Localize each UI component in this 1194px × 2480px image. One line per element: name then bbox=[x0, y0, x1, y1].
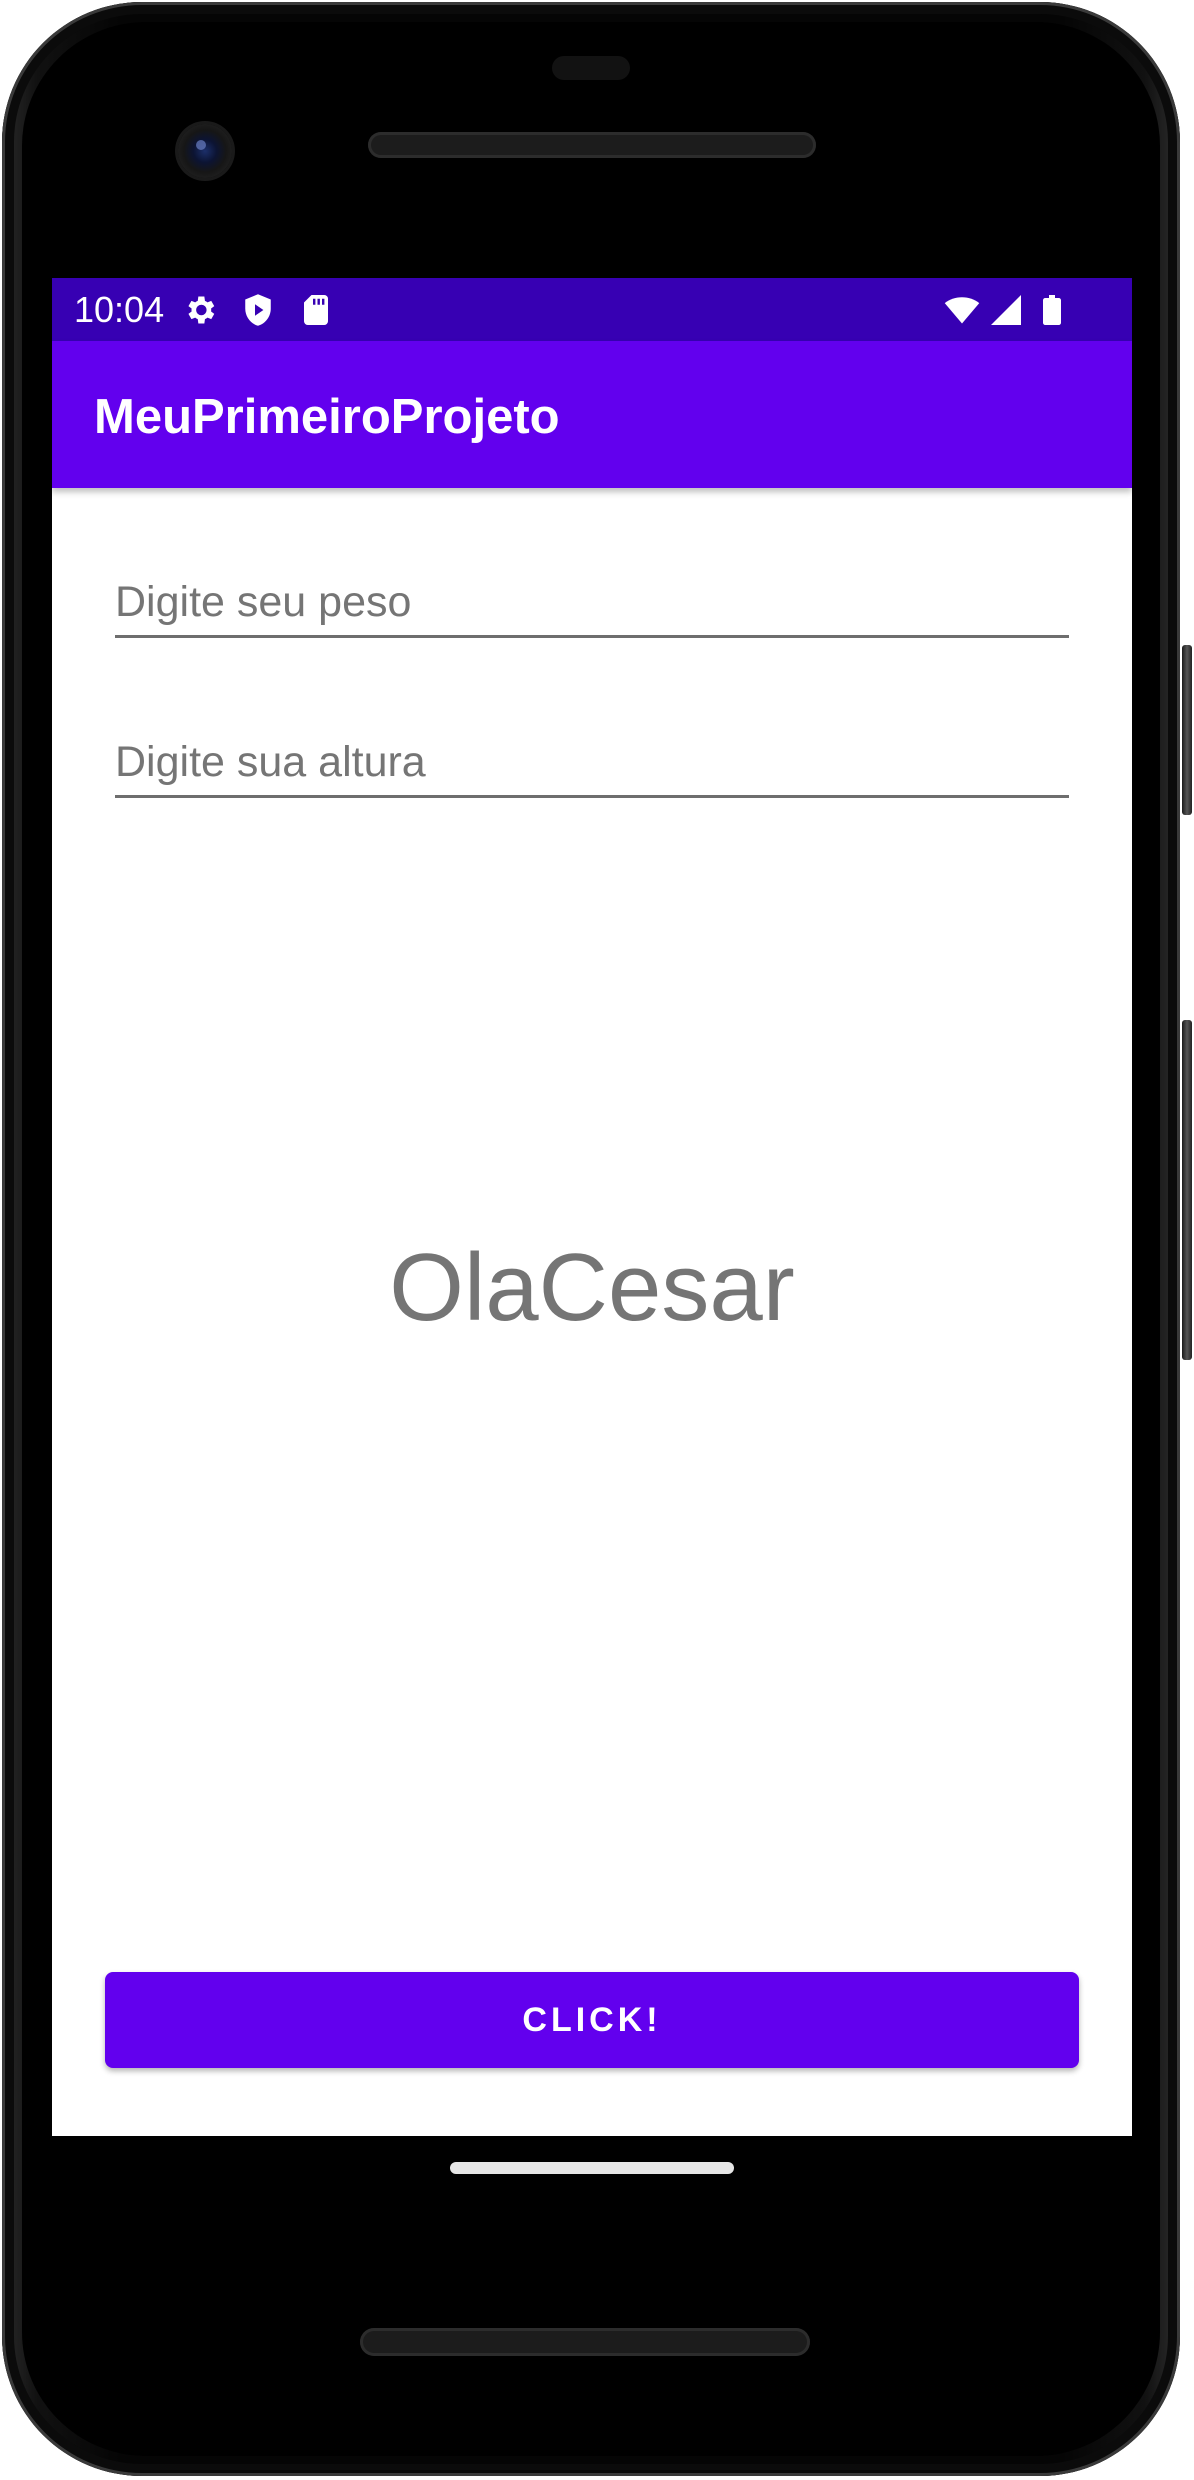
proximity-sensor bbox=[552, 56, 630, 80]
phone-device: 10:04 MeuPrimeiroProjeto Digite seu peso… bbox=[0, 0, 1194, 2480]
peso-field bbox=[115, 568, 1069, 638]
device-screen: 10:04 MeuPrimeiroProjeto Digite seu peso… bbox=[52, 278, 1132, 2136]
bottom-speaker bbox=[360, 2328, 810, 2356]
main-content: OlaCesar CLICK! bbox=[52, 488, 1132, 2136]
altura-field bbox=[115, 728, 1069, 798]
app-bar: MeuPrimeiroProjeto bbox=[52, 341, 1132, 488]
result-text: OlaCesar bbox=[389, 1234, 795, 1341]
gear-icon bbox=[188, 296, 215, 324]
front-camera-icon bbox=[178, 124, 232, 178]
click-button[interactable]: CLICK! bbox=[105, 1972, 1079, 2068]
status-time: 10:04 bbox=[74, 289, 165, 330]
altura-input[interactable] bbox=[115, 737, 1069, 787]
app-title: MeuPrimeiroProjeto bbox=[94, 390, 560, 444]
power-button bbox=[1182, 645, 1192, 815]
battery-icon bbox=[1043, 295, 1061, 325]
cell-signal-icon bbox=[991, 295, 1021, 325]
peso-input[interactable] bbox=[115, 577, 1069, 627]
sd-card-icon bbox=[304, 295, 328, 325]
earpiece-speaker bbox=[368, 132, 816, 158]
status-bar: 10:04 bbox=[52, 278, 1132, 341]
shield-play-icon bbox=[245, 294, 271, 326]
wifi-icon bbox=[944, 297, 980, 324]
volume-rocker bbox=[1182, 1020, 1192, 1360]
home-gesture-bar[interactable] bbox=[450, 2162, 734, 2174]
